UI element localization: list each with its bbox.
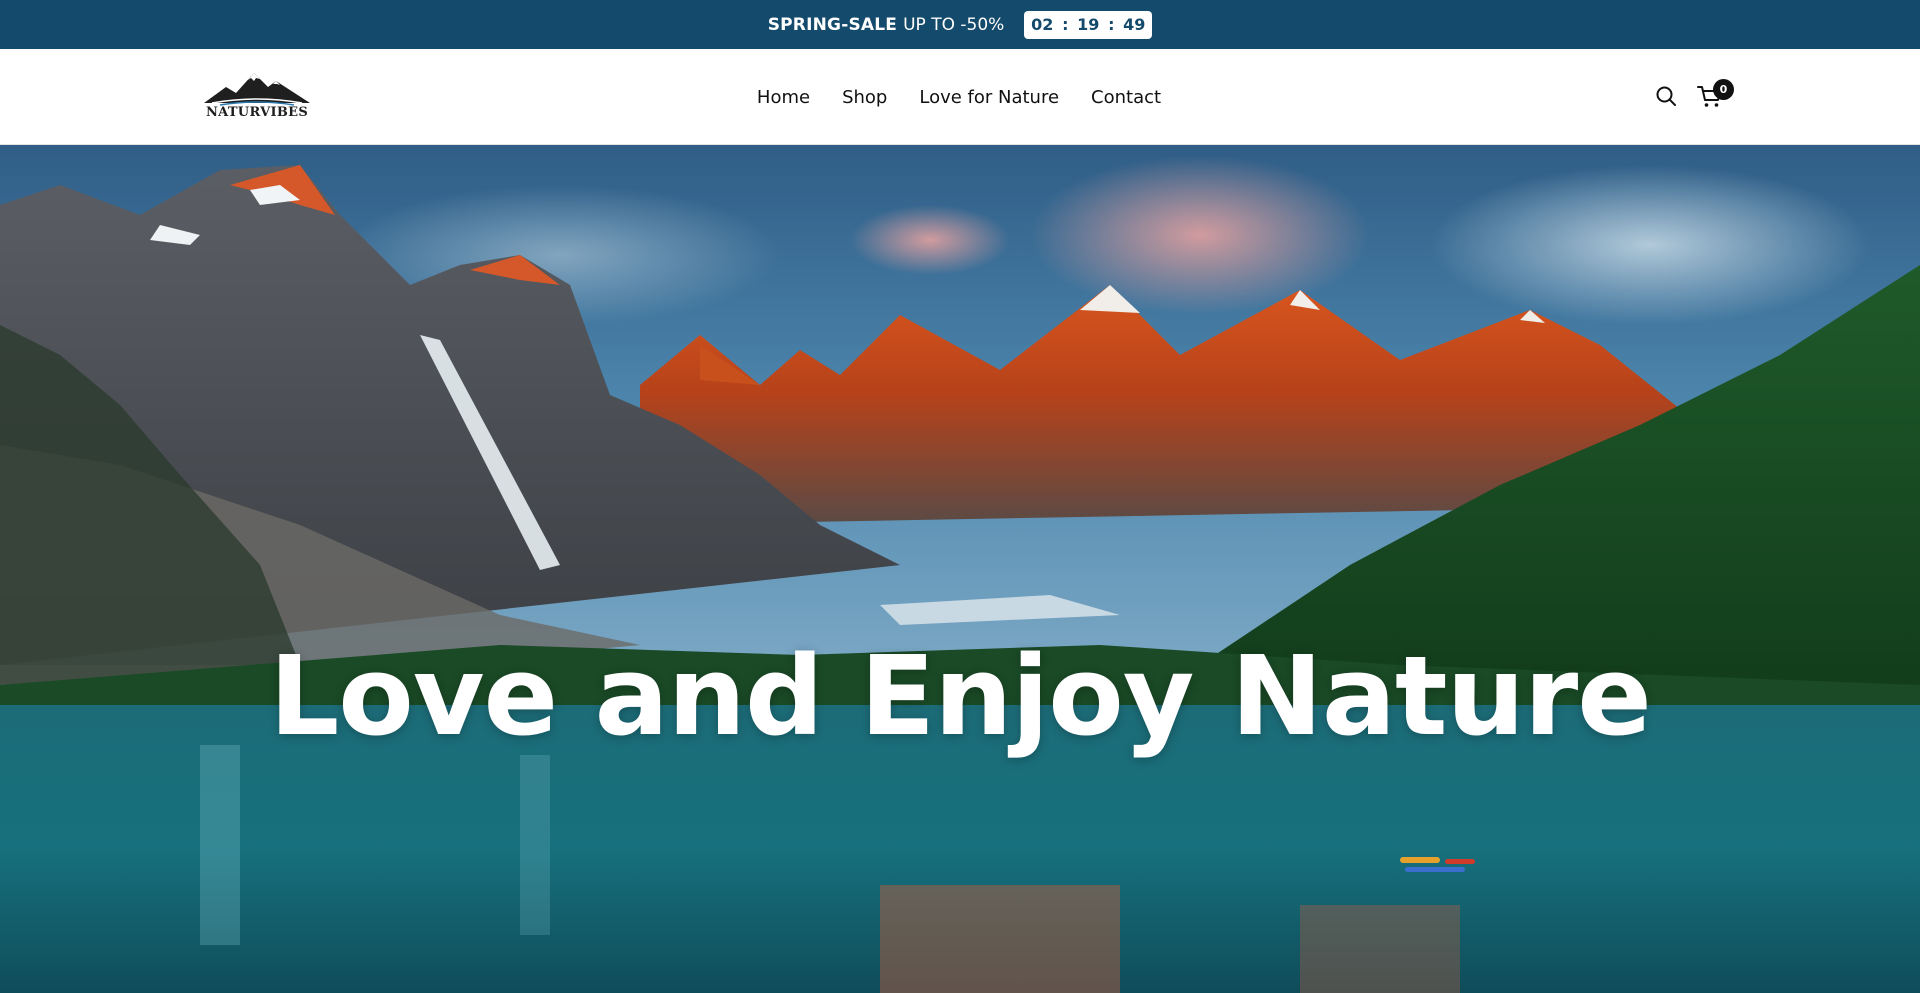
announcement-bar: SPRING-SALE UP TO -50% 02 : 19 : 49 [0,0,1920,49]
site-header: NATURVIBES Home Shop Love for Nature Con… [0,49,1920,145]
hero-banner: Love and Enjoy Nature [0,145,1920,993]
search-button[interactable] [1654,84,1678,108]
sale-discount: UP TO -50% [903,14,1005,35]
countdown-separator: : [1062,15,1069,34]
nav-contact[interactable]: Contact [1091,87,1161,108]
countdown-hours: 02 [1031,15,1054,34]
hero-title: Love and Enjoy Nature [269,632,1652,760]
mountain-lake-image [0,145,1920,993]
countdown-timer: 02 : 19 : 49 [1024,10,1153,39]
countdown-seconds: 49 [1123,15,1146,34]
site-logo[interactable]: NATURVIBES [202,69,312,123]
mountain-logo-icon [204,73,310,106]
countdown-minutes: 19 [1077,15,1100,34]
search-icon [1656,86,1676,106]
nav-shop[interactable]: Shop [842,87,887,108]
nav-home[interactable]: Home [757,87,810,108]
cart-count-badge: 0 [1713,79,1734,100]
sale-label: SPRING-SALE [767,14,898,35]
logo-text: NATURVIBES [205,105,309,120]
nav-love-for-nature[interactable]: Love for Nature [919,87,1059,108]
sale-text: SPRING-SALE UP TO -50% [768,15,1005,35]
countdown-separator: : [1108,15,1115,34]
